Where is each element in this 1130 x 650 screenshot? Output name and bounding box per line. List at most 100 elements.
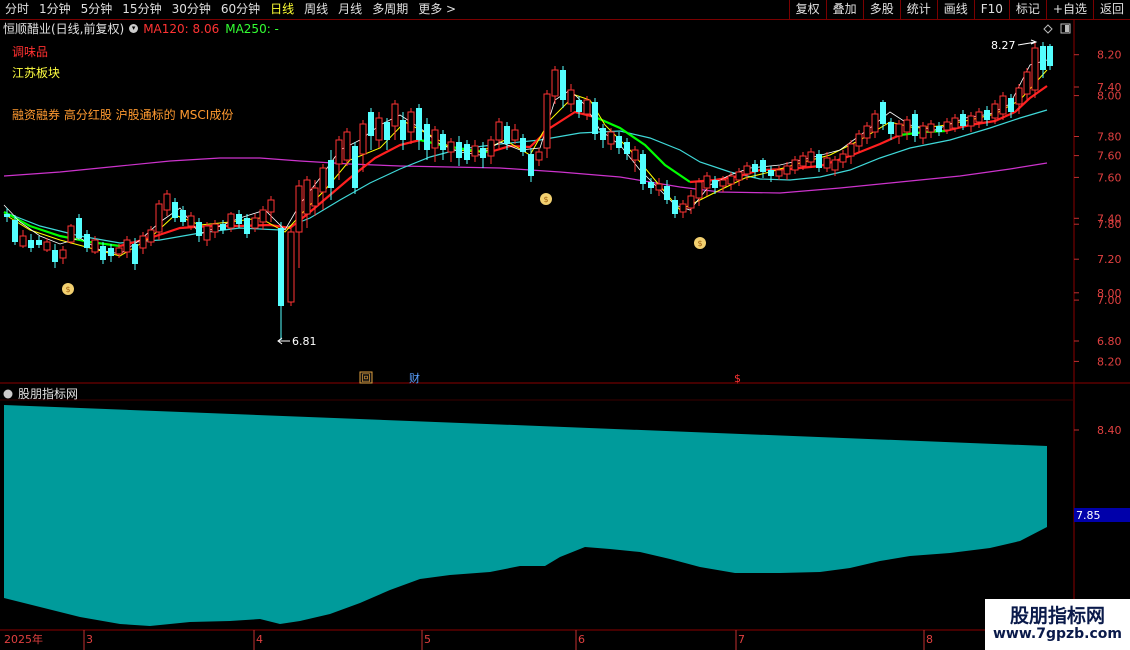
date-tick-label: 6 [578,633,585,646]
event-marker-dividend[interactable]: $ [734,372,741,385]
date-axis: 2025年 3 4 5 6 7 8 [4,630,933,650]
candle [456,136,462,166]
indicator-dropdown-icon[interactable] [3,389,13,399]
candle [847,140,855,164]
candle [368,108,374,150]
svg-text:$: $ [543,195,548,204]
candle [727,172,735,190]
event-marker-return-label: 回 [361,373,370,384]
high-price-label: 8.27 [991,39,1016,52]
candle [871,110,879,138]
candle [640,150,646,190]
candle [1047,44,1053,70]
candle [807,148,815,168]
price-tick-label: 8.20 [1097,49,1122,62]
candle [760,158,766,178]
indicator-tick-label: 8.00 [1097,287,1122,300]
candle [123,236,131,258]
candle [567,84,575,112]
candle [919,122,927,144]
candle [687,190,695,214]
candle [28,234,34,252]
candle [600,124,606,148]
candle [967,112,975,132]
candle [936,122,942,136]
date-tick-label: 8 [926,633,933,646]
candle [616,132,622,154]
candle [679,200,687,218]
candle [172,198,178,222]
date-tick-label: 4 [256,633,263,646]
candle [424,118,430,160]
price-tick-label: 6.80 [1097,335,1122,348]
high-arrow-icon [1017,39,1038,46]
watermark-title: 股朋指标网 [1009,605,1105,627]
candle [163,190,171,216]
candle [520,134,526,156]
candle [816,150,822,172]
date-tick-label: 7 [738,633,745,646]
candle [511,124,519,144]
price-tick-label: 7.80 [1097,131,1122,144]
candle [416,104,422,150]
candle [703,172,711,196]
price-tick-label: 7.60 [1097,171,1122,184]
candle [487,136,495,164]
candle [560,66,566,108]
chart-canvas: 8.208.007.807.607.407.207.006.80 8.408.2… [0,19,1130,650]
candle [278,222,284,340]
candle [631,146,639,172]
ma-magenta-line [3,157,1048,194]
money-bag-icon[interactable]: $ [694,237,706,249]
candle [1031,42,1039,98]
date-tick-label: 5 [424,633,431,646]
price-tick-label: 7.20 [1097,253,1122,266]
candle [100,242,106,264]
money-bag-icon[interactable]: $ [62,283,74,295]
current-value-label: 7.85 [1076,509,1101,522]
date-tick-label: 2025年 [4,632,43,646]
candle [912,110,918,142]
candle [592,98,598,140]
candle [655,178,663,196]
candle [863,122,871,144]
money-bag-icon[interactable]: $ [540,193,552,205]
svg-text:$: $ [697,239,702,248]
indicator-tick-label: 7.60 [1097,150,1122,163]
candle [59,246,67,264]
candle [36,236,42,248]
candle [535,148,543,166]
candle [664,180,670,204]
candle [775,166,783,180]
candle [43,238,51,252]
candle [67,224,75,244]
candle [528,148,534,182]
candle [407,108,415,144]
candle [295,180,303,268]
indicator-area [4,405,1047,626]
candle [108,244,114,262]
candle [576,96,582,118]
candle [19,230,27,248]
svg-text:$: $ [65,285,70,294]
indicator-tick-label: 7.80 [1097,218,1122,231]
candle [895,120,903,144]
diamond-icon[interactable] [1043,24,1053,34]
candle [211,220,219,238]
indicator-title: 股朋指标网 [18,386,78,401]
indicator-tick-label: 7.40 [1097,81,1122,94]
candle [783,162,791,180]
date-tick-label: 3 [86,633,93,646]
candle [440,130,446,160]
panel-toggle-icon-fill [1065,25,1069,32]
event-marker-finance[interactable]: 财 [409,371,420,385]
candle [147,226,155,246]
watermark-url: www.7gpzb.com [992,626,1122,642]
candle [471,140,479,162]
candle [343,128,351,166]
candle [888,118,894,140]
indicator-tick-label: 8.40 [1097,424,1122,437]
candlesticks [4,42,1053,340]
indicator-tick-label: 8.20 [1097,355,1122,368]
candle [464,140,470,164]
